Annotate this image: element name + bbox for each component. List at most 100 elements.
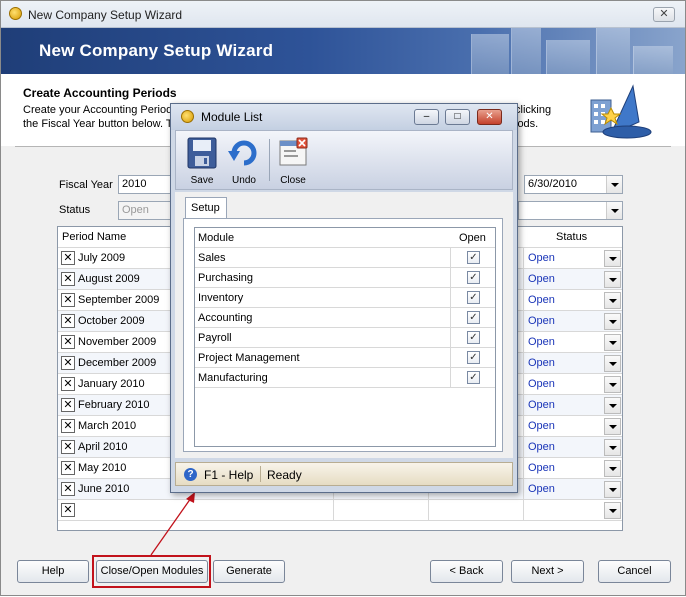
help-button[interactable]: Help [17, 560, 89, 583]
undo-button[interactable]: Undo [224, 135, 264, 187]
period-status[interactable]: Open [528, 420, 555, 432]
delete-row-icon[interactable]: ✕ [61, 356, 75, 370]
chevron-down-icon[interactable] [604, 418, 621, 435]
column-header-status: Status [556, 231, 588, 243]
delete-row-icon[interactable]: ✕ [61, 398, 75, 412]
module-name: Accounting [198, 312, 253, 324]
chevron-down-icon[interactable] [604, 439, 621, 456]
column-header-open: Open [459, 232, 486, 244]
delete-row-icon[interactable]: ✕ [61, 419, 75, 433]
open-checkbox[interactable]: ✓ [467, 311, 480, 324]
title-bar: New Company Setup Wizard ✕ [1, 1, 685, 28]
fiscal-year-field[interactable]: 2010 [118, 175, 178, 194]
period-status[interactable]: Open [528, 441, 555, 453]
period-name: September 2009 [78, 294, 160, 306]
period-name: July 2009 [78, 252, 126, 264]
dialog-body: Setup Module Open Sales ✓ Purchasing ✓ Inven… [175, 192, 513, 458]
open-checkbox[interactable]: ✓ [467, 331, 480, 344]
period-status[interactable]: Open [528, 252, 555, 264]
chevron-down-icon[interactable] [604, 481, 621, 498]
period-status[interactable]: Open [528, 357, 555, 369]
chevron-down-icon[interactable] [604, 313, 621, 330]
wizard-window: New Company Setup Wizard ✕ New Company S… [0, 0, 686, 596]
module-row[interactable]: Project Management ✓ [195, 348, 495, 368]
status-label: Status [59, 204, 91, 216]
chevron-down-icon[interactable] [604, 271, 621, 288]
delete-row-icon[interactable]: ✕ [61, 503, 75, 517]
delete-row-icon[interactable]: ✕ [61, 272, 75, 286]
delete-row-icon[interactable]: ✕ [61, 377, 75, 391]
status-separator [260, 466, 261, 482]
delete-row-icon[interactable]: ✕ [61, 461, 75, 475]
chevron-down-icon[interactable] [606, 176, 622, 193]
cell-divider [450, 348, 451, 368]
period-status[interactable]: Open [528, 294, 555, 306]
chevron-down-icon[interactable] [604, 502, 621, 519]
chevron-down-icon[interactable] [604, 250, 621, 267]
cell-divider [450, 288, 451, 308]
description-text: iods. [515, 118, 539, 130]
module-row[interactable]: Purchasing ✓ [195, 268, 495, 288]
back-button[interactable]: < Back [430, 560, 503, 583]
tab-setup[interactable]: Setup [185, 197, 227, 219]
status-field[interactable]: Open [118, 201, 178, 220]
module-row[interactable]: Manufacturing ✓ [195, 368, 495, 388]
chevron-down-icon[interactable] [604, 334, 621, 351]
open-checkbox[interactable]: ✓ [467, 271, 480, 284]
delete-row-icon[interactable]: ✕ [61, 314, 75, 328]
building-graphic [511, 28, 541, 74]
generate-button[interactable]: Generate [213, 560, 285, 583]
chevron-down-icon[interactable] [604, 376, 621, 393]
cell-divider [450, 368, 451, 388]
app-icon [9, 7, 22, 20]
period-name: November 2009 [78, 336, 157, 348]
period-name: January 2010 [78, 378, 145, 390]
delete-row-icon[interactable]: ✕ [61, 293, 75, 307]
window-close-button[interactable]: ✕ [653, 7, 675, 22]
period-status[interactable]: Open [528, 399, 555, 411]
module-row[interactable]: Inventory ✓ [195, 288, 495, 308]
period-status[interactable]: Open [528, 315, 555, 327]
module-row[interactable]: Sales ✓ [195, 248, 495, 268]
status-dropdown[interactable] [518, 201, 623, 220]
period-status[interactable]: Open [528, 336, 555, 348]
end-date-field[interactable]: 6/30/2010 [524, 175, 623, 194]
status-text: Ready [267, 468, 302, 482]
section-title: Create Accounting Periods [23, 86, 177, 100]
period-status[interactable]: Open [528, 273, 555, 285]
chevron-down-icon[interactable] [604, 292, 621, 309]
delete-row-icon[interactable]: ✕ [61, 440, 75, 454]
chevron-down-icon[interactable] [604, 397, 621, 414]
open-checkbox[interactable]: ✓ [467, 251, 480, 264]
next-button[interactable]: Next > [511, 560, 584, 583]
chevron-down-icon[interactable] [606, 202, 622, 219]
period-name: October 2009 [78, 315, 145, 327]
chevron-down-icon[interactable] [604, 355, 621, 372]
open-checkbox[interactable]: ✓ [467, 351, 480, 364]
chevron-down-icon[interactable] [604, 460, 621, 477]
status-help: F1 - Help [204, 468, 254, 482]
module-row[interactable]: Payroll ✓ [195, 328, 495, 348]
delete-row-icon[interactable]: ✕ [61, 251, 75, 265]
undo-label: Undo [232, 175, 256, 186]
table-row[interactable]: ✕ [58, 500, 622, 521]
maximize-button[interactable]: □ [445, 109, 470, 125]
dialog-title: Module List [201, 110, 263, 124]
delete-row-icon[interactable]: ✕ [61, 482, 75, 496]
delete-row-icon[interactable]: ✕ [61, 335, 75, 349]
save-button[interactable]: Save [182, 135, 222, 187]
close-button[interactable]: Close [273, 135, 313, 187]
module-row[interactable]: Accounting ✓ [195, 308, 495, 328]
app-icon [181, 110, 194, 123]
cell-divider [450, 268, 451, 288]
period-status[interactable]: Open [528, 483, 555, 495]
dialog-close-button[interactable]: ✕ [477, 109, 502, 125]
minimize-button[interactable]: – [414, 109, 439, 125]
open-checkbox[interactable]: ✓ [467, 291, 480, 304]
period-status[interactable]: Open [528, 378, 555, 390]
period-status[interactable]: Open [528, 462, 555, 474]
module-name: Sales [198, 252, 226, 264]
cancel-button[interactable]: Cancel [598, 560, 671, 583]
open-checkbox[interactable]: ✓ [467, 371, 480, 384]
dialog-status-bar: ? F1 - Help Ready [175, 462, 513, 486]
